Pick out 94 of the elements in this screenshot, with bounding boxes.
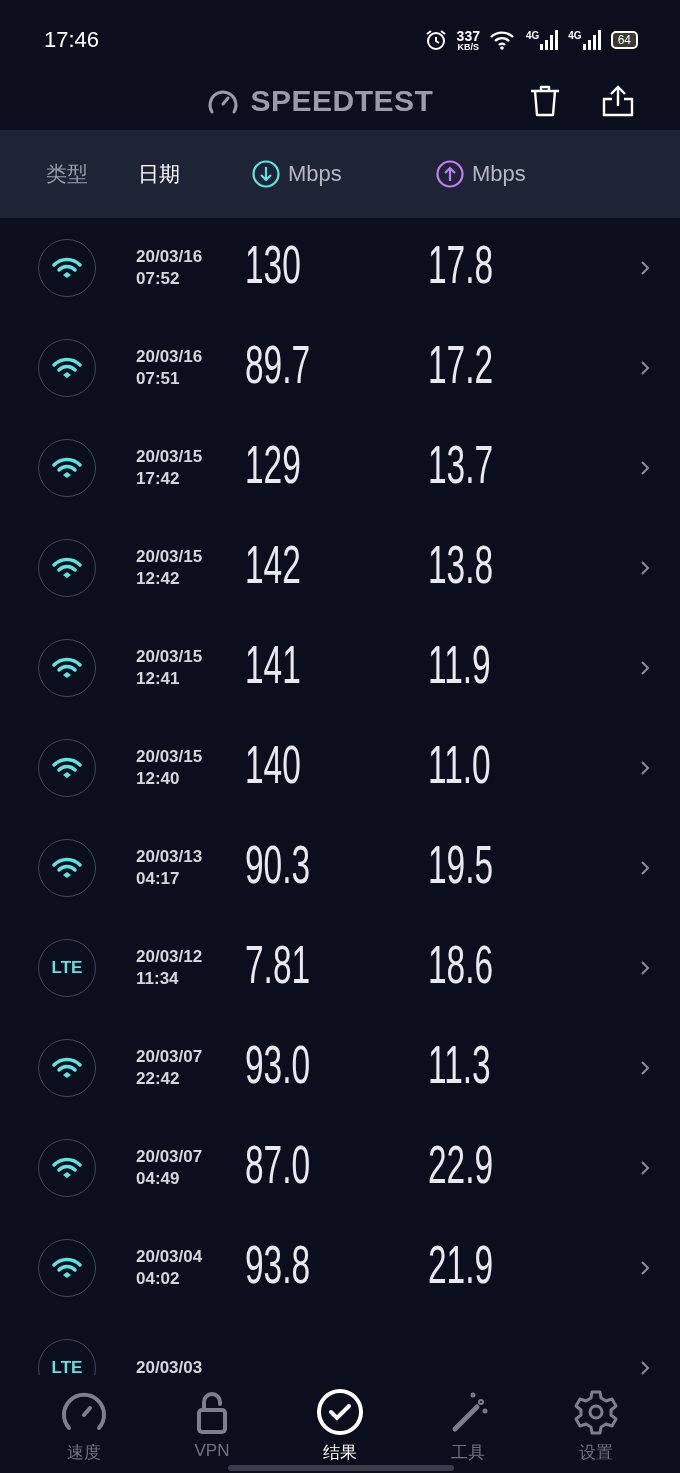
share-icon[interactable] — [602, 85, 634, 117]
result-time: 04:49 — [136, 1168, 181, 1190]
column-unit: Mbps — [288, 161, 342, 187]
download-speed: 142 — [245, 533, 301, 596]
download-speed: 87.0 — [245, 1133, 311, 1196]
column-unit: Mbps — [472, 161, 526, 187]
upload-speed: 17.8 — [428, 233, 494, 296]
nav-tab[interactable]: 速度 — [20, 1375, 148, 1473]
trash-icon[interactable] — [530, 85, 560, 117]
result-date: 20/03/15 — [136, 446, 203, 468]
result-time: 07:51 — [136, 368, 181, 390]
result-date: 20/03/07 — [136, 1046, 203, 1068]
chevron-icon[interactable] — [640, 960, 650, 976]
upload-icon — [436, 160, 464, 188]
upload-speed: 13.7 — [428, 433, 494, 496]
result-time: 04:02 — [136, 1268, 181, 1290]
net-speed: 337 — [456, 28, 480, 43]
signal-icon — [582, 30, 601, 50]
download-speed: 129 — [245, 433, 301, 496]
download-speed: 93.0 — [245, 1033, 311, 1096]
wifi-icon — [52, 1057, 82, 1079]
result-date: 20/03/16 — [136, 346, 203, 368]
download-speed: 130 — [245, 233, 301, 296]
chevron-icon[interactable] — [640, 760, 650, 776]
lte-label: LTE — [51, 958, 83, 978]
wifi-icon — [52, 1157, 82, 1179]
upload-speed: 22.9 — [428, 1133, 494, 1196]
upload-speed: 11.0 — [428, 733, 491, 796]
wifi-icon — [52, 557, 82, 579]
wifi-icon — [52, 757, 82, 779]
chevron-icon[interactable] — [640, 560, 650, 576]
download-speed: 7.81 — [245, 933, 311, 996]
check-circle-icon — [315, 1387, 365, 1437]
alarm-icon — [424, 29, 447, 51]
result-date: 20/03/15 — [136, 746, 203, 768]
result-date: 20/03/12 — [136, 946, 203, 968]
result-date: 20/03/15 — [136, 546, 203, 568]
wifi-icon — [52, 1257, 82, 1279]
result-time: 12:40 — [136, 768, 181, 790]
upload-speed: 18.6 — [428, 933, 494, 996]
result-time: 11:34 — [136, 968, 180, 990]
signal-icon — [540, 30, 559, 50]
chevron-icon[interactable] — [640, 1360, 650, 1375]
chevron-icon[interactable] — [640, 360, 650, 376]
download-speed: 89.7 — [245, 333, 311, 396]
upload-speed: 11.3 — [428, 1033, 491, 1096]
net-speed-unit: KB/S — [457, 42, 480, 52]
download-speed: 93.8 — [245, 1233, 311, 1296]
result-time: 12:42 — [136, 568, 181, 590]
app-title: SPEEDTEST — [250, 84, 434, 118]
network-type: 4G — [525, 30, 540, 41]
download-speed: 90.3 — [245, 833, 311, 896]
chevron-icon[interactable] — [640, 660, 650, 676]
result-time: 04:17 — [136, 868, 181, 890]
nav-tab[interactable]: 结果 — [276, 1375, 404, 1473]
wifi-icon — [489, 30, 516, 50]
wifi-icon — [52, 857, 82, 879]
upload-speed: 17.2 — [428, 333, 494, 396]
result-time: 22:42 — [136, 1068, 181, 1090]
chevron-icon[interactable] — [640, 1260, 650, 1276]
result-time: 12:41 — [136, 668, 181, 690]
upload-speed: 21.9 — [428, 1233, 494, 1296]
wifi-icon — [52, 257, 82, 279]
result-date: 20/03/03 — [136, 1357, 203, 1375]
column-sort-tab[interactable]: 日期 — [138, 160, 180, 188]
wifi-icon — [52, 357, 82, 379]
download-speed: 140 — [245, 733, 301, 796]
chevron-icon[interactable] — [640, 460, 650, 476]
download-icon — [252, 160, 280, 188]
upload-speed: 19.5 — [428, 833, 494, 896]
chevron-icon[interactable] — [640, 860, 650, 876]
wifi-icon — [52, 457, 82, 479]
nav-tab[interactable]: VPN — [148, 1375, 276, 1473]
network-type: 4G — [568, 30, 582, 41]
result-date: 20/03/07 — [136, 1146, 203, 1168]
download-speed: 141 — [245, 633, 301, 696]
wifi-icon — [52, 657, 82, 679]
result-date: 20/03/16 — [136, 246, 203, 268]
chevron-icon[interactable] — [640, 1060, 650, 1076]
chevron-icon[interactable] — [640, 260, 650, 276]
result-date: 20/03/13 — [136, 846, 203, 868]
result-time: 17:42 — [136, 468, 181, 490]
upload-speed: 11.9 — [428, 633, 491, 696]
column-sort-tab[interactable]: 类型 — [46, 160, 88, 188]
nav-tab[interactable]: 工具 — [404, 1375, 532, 1473]
result-time: 07:52 — [136, 268, 181, 290]
lte-label: LTE — [51, 1358, 83, 1375]
nav-tab[interactable]: 设置 — [532, 1375, 660, 1473]
result-date: 20/03/04 — [136, 1246, 203, 1268]
chevron-icon[interactable] — [640, 1160, 650, 1176]
status-time: 17:46 — [44, 27, 100, 53]
upload-speed: 13.8 — [428, 533, 494, 596]
result-date: 20/03/15 — [136, 646, 203, 668]
battery-level: 64 — [610, 31, 638, 49]
